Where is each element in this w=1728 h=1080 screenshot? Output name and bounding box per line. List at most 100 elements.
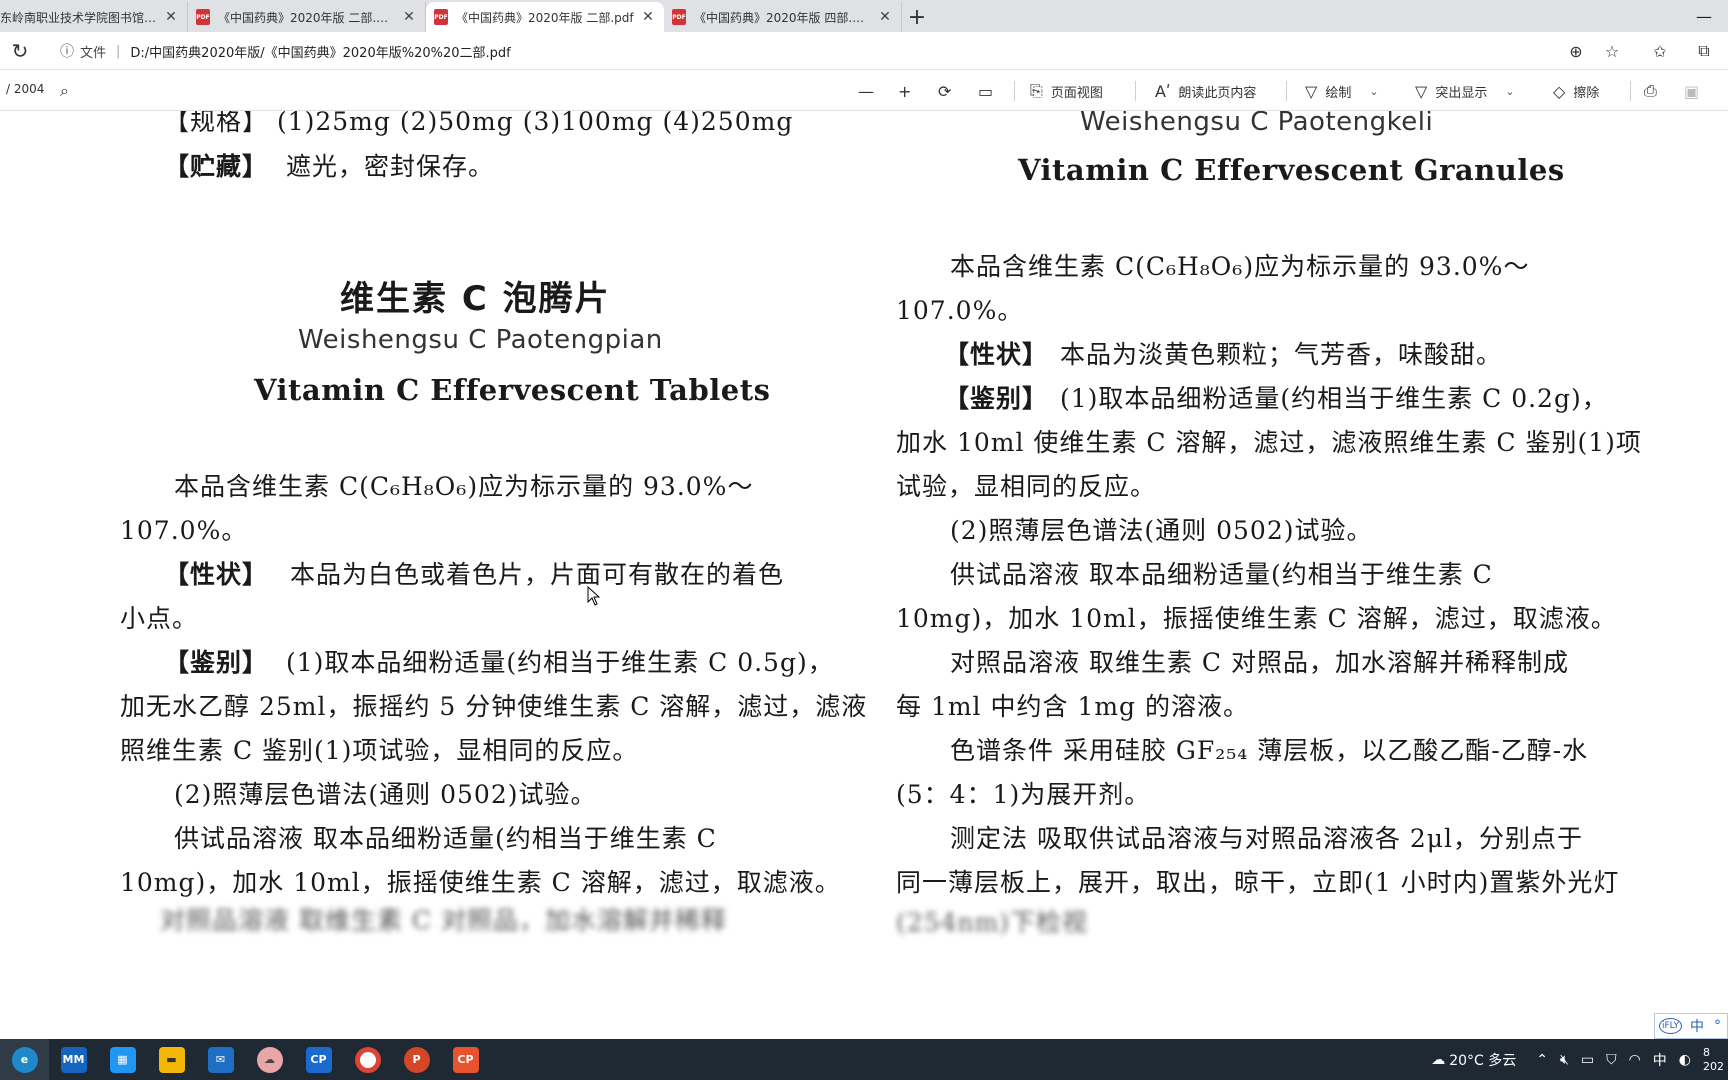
- toolbar-divider: [1135, 81, 1136, 101]
- store-icon: ▦: [109, 1046, 136, 1073]
- content-line: 107.0%。: [120, 516, 248, 545]
- ime-language[interactable]: 中: [1653, 1050, 1667, 1070]
- identification-text: 照维生素 C 鉴别(1)项试验，显相同的反应。: [120, 736, 639, 765]
- url-separator: |: [116, 43, 121, 59]
- fit-page-icon[interactable]: ▭: [978, 78, 1001, 104]
- blurred-line: (254nm)下检视: [896, 908, 1089, 937]
- taskbar-app-mm[interactable]: MM: [49, 1039, 98, 1080]
- identification-label: 【鉴别】: [944, 384, 1049, 413]
- taskbar-mail[interactable]: ✉: [196, 1039, 245, 1080]
- tab-pdf-part2-active[interactable]: PDF 《中国药典》2020年版 二部.pdf ✕: [426, 2, 664, 32]
- battery-icon[interactable]: ▭: [1581, 1052, 1594, 1068]
- pdf-page: 【规格】 (1)25mg (2)50mg (3)100mg (4)250mg 【…: [0, 111, 1728, 1039]
- identification-text: 加无水乙醇 25ml，振摇约 5 分钟使维生素 C 溶解，滤过，滤液: [120, 692, 868, 721]
- system-tray: ☁ 20°C 多云 ⌃ 🔇︎ ▭ ⛉ ◠ 中 ◐ 8 202: [1431, 1039, 1728, 1080]
- tab-pdf-part2[interactable]: PDF 《中国药典》2020年版 二部.pdf ✕: [188, 2, 426, 32]
- ime-icon[interactable]: ◐: [1679, 1052, 1691, 1068]
- ime-mode[interactable]: 中: [1690, 1016, 1704, 1036]
- highlight-icon: ▽: [1415, 81, 1428, 101]
- identification-text: (2)照薄层色谱法(通则 0502)试验。: [950, 516, 1373, 545]
- info-icon[interactable]: ⓘ: [60, 41, 74, 61]
- test-solution-text: 10mg)，加水 10ml，振摇使维生素 C 溶解，滤过，取滤液。: [896, 604, 1617, 633]
- read-aloud-button[interactable]: Aʹ 朗读此页内容: [1155, 78, 1256, 104]
- test-solution-text: 供试品溶液 取本品细粉适量(约相当于维生素 C: [950, 560, 1493, 589]
- close-icon[interactable]: ✕: [640, 9, 656, 25]
- reference-solution-text: 对照品溶液 取维生素 C 对照品，加水溶解并稀释制成: [950, 648, 1569, 677]
- identification-label: 【鉴别】: [164, 648, 269, 677]
- tab-title: 《中国药典》2020年版 二部.pdf: [456, 10, 634, 25]
- storage-text: 遮光，密封保存。: [286, 152, 495, 181]
- cp-icon: CP: [452, 1046, 479, 1073]
- add-favorite-icon[interactable]: ☆: [1594, 32, 1630, 70]
- close-icon[interactable]: ✕: [163, 9, 179, 25]
- taskbar-app-cp-orange[interactable]: CP: [441, 1039, 490, 1080]
- url-text[interactable]: D:/中国药典2020年版/《中国药典》2020年版%20%20二部.pdf: [130, 42, 510, 61]
- tab-pdf-part4[interactable]: PDF 《中国药典》2020年版 四部.pdf ✕: [664, 2, 902, 32]
- erase-button[interactable]: ◇ 擦除: [1553, 78, 1599, 104]
- zoom-out-icon[interactable]: —: [858, 78, 882, 104]
- erase-label: 擦除: [1573, 85, 1600, 101]
- print-icon[interactable]: ⎙: [1644, 78, 1665, 104]
- properties-text: 本品为白色或着色片，片面可有散在的着色: [290, 560, 785, 589]
- weather-text[interactable]: 20°C 多云: [1449, 1050, 1516, 1070]
- taskbar-chrome[interactable]: [343, 1039, 392, 1080]
- refresh-icon[interactable]: ↻: [0, 32, 40, 70]
- blurred-line: 对照品溶液 取维生素 C 对照品，加水溶解并稀释: [160, 906, 727, 935]
- search-icon[interactable]: ⌕: [60, 78, 77, 104]
- save-icon[interactable]: ▣: [1684, 78, 1707, 104]
- toolbar-divider: [1630, 81, 1631, 101]
- wifi-icon[interactable]: ◠: [1629, 1052, 1641, 1068]
- security-icon[interactable]: ⛉: [1606, 1052, 1617, 1068]
- new-tab-button[interactable]: +: [902, 2, 932, 32]
- highlight-button[interactable]: ▽ 突出显示 ⌄: [1415, 78, 1515, 104]
- properties-text: 小点。: [120, 604, 199, 633]
- taskbar-store[interactable]: ▦: [98, 1039, 147, 1080]
- identification-text: 试验，显相同的反应。: [896, 472, 1157, 501]
- chevron-up-icon[interactable]: ⌃: [1536, 1052, 1548, 1068]
- properties-text: 本品为淡黄色颗粒；气芳香，味酸甜。: [1060, 340, 1503, 369]
- pdf-file-icon: PDF: [672, 9, 686, 25]
- taskbar-powerpoint[interactable]: P: [392, 1039, 441, 1080]
- monograph-title-en: Vitamin C Effervescent Granules: [1018, 153, 1565, 187]
- taskbar-explorer[interactable]: ▬: [147, 1039, 196, 1080]
- close-icon[interactable]: ✕: [877, 9, 893, 25]
- page-count: / 2004: [6, 82, 45, 96]
- taskbar-edge[interactable]: e: [0, 1039, 49, 1080]
- identification-text: (1)取本品细粉适量(约相当于维生素 C 0.2g)，: [1060, 384, 1608, 413]
- minimize-icon[interactable]: —: [1680, 0, 1728, 32]
- close-icon[interactable]: ✕: [401, 9, 417, 25]
- weather-icon[interactable]: ☁: [1431, 1052, 1445, 1068]
- chrome-icon: [354, 1046, 381, 1073]
- taskbar-app-cp-blue[interactable]: CP: [294, 1039, 343, 1080]
- chevron-down-icon[interactable]: ⌄: [1369, 85, 1378, 98]
- volume-icon[interactable]: 🔇︎: [1560, 1052, 1569, 1068]
- monograph-title-pinyin: Weishengsu C Paotengkeli: [1080, 111, 1434, 137]
- taskbar-app-brain[interactable]: ☁: [245, 1039, 294, 1080]
- monograph-title-en: Vitamin C Effervescent Tablets: [254, 373, 771, 407]
- zoom-icon[interactable]: ⊕: [1558, 32, 1594, 70]
- folder-icon: ▬: [158, 1046, 185, 1073]
- mail-icon: ✉: [207, 1046, 234, 1073]
- page-view-button[interactable]: ⎘ 页面视图: [1030, 78, 1103, 104]
- chevron-down-icon[interactable]: ⌄: [1505, 85, 1514, 98]
- chromatography-text: (5：4：1)为展开剂。: [896, 780, 1151, 809]
- monograph-title-cn: 维生素 C 泡腾片: [340, 279, 611, 319]
- zoom-in-icon[interactable]: +: [898, 78, 919, 104]
- ime-extra[interactable]: °: [1714, 1018, 1721, 1034]
- favorites-icon[interactable]: ✩: [1642, 32, 1678, 70]
- omnibox[interactable]: ⓘ 文件 | D:/中国药典2020年版/《中国药典》2020年版%20%20二…: [48, 36, 1603, 66]
- clock[interactable]: 8 202: [1703, 1046, 1724, 1074]
- taskbar: e MM ▦ ▬ ✉ ☁ CP P CP ☁ 20°C 多云 ⌃ 🔇︎ ▭ ⛉ …: [0, 1039, 1728, 1080]
- highlight-label: 突出显示: [1435, 85, 1488, 101]
- protocol-label: 文件: [80, 45, 107, 61]
- ime-toolbar[interactable]: iFLY 中 °: [1654, 1013, 1728, 1039]
- collections-icon[interactable]: ⧉: [1686, 32, 1722, 70]
- reference-solution-text: 每 1ml 中约含 1mg 的溶液。: [896, 692, 1250, 721]
- draw-button[interactable]: ▽ 绘制 ⌄: [1305, 78, 1379, 104]
- clock-date: 202: [1703, 1059, 1724, 1073]
- read-aloud-label: 朗读此页内容: [1178, 85, 1257, 101]
- tab-library[interactable]: 东岭南职业技术学院图书馆WI ✕: [0, 2, 188, 32]
- cp-icon: CP: [305, 1046, 332, 1073]
- rotate-icon[interactable]: ⟳: [938, 78, 959, 104]
- pdf-file-icon: PDF: [196, 9, 210, 25]
